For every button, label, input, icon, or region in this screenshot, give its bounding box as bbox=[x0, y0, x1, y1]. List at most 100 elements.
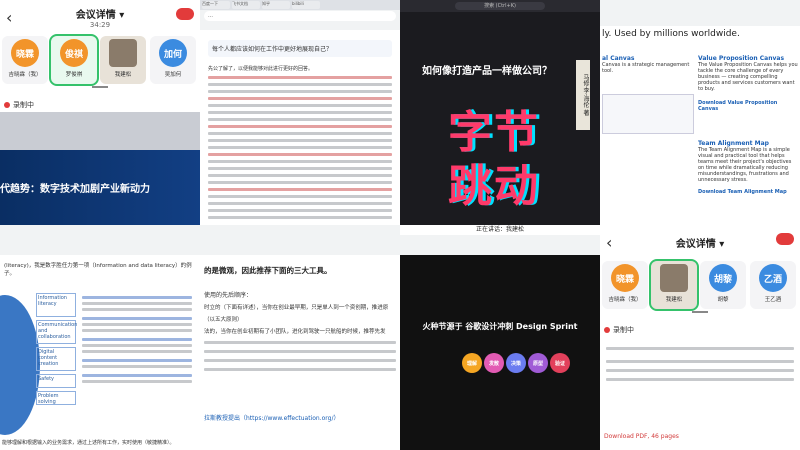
recording-indicator: 录制中 bbox=[4, 100, 34, 110]
collapse-chevron-icon[interactable] bbox=[692, 311, 708, 319]
participant-name: 吉晓霖（我） bbox=[608, 297, 642, 303]
hangup-icon[interactable] bbox=[176, 8, 194, 20]
step-circle: 决策 bbox=[506, 353, 526, 373]
text-line bbox=[208, 90, 392, 93]
meeting-header: 会议详情 ▾ 34:29 bbox=[0, 0, 200, 34]
avatar: 乙酒 bbox=[759, 264, 787, 292]
text-line bbox=[208, 146, 392, 149]
step-circle: 理解 bbox=[462, 353, 482, 373]
browser-chrome bbox=[0, 225, 200, 255]
participant-tile[interactable]: 乙酒 王乙酒 bbox=[750, 261, 796, 309]
text-line bbox=[204, 368, 396, 371]
download-link[interactable]: Download Team Alignment Map bbox=[698, 189, 798, 195]
recording-label: 录制中 bbox=[13, 101, 34, 109]
participant-tile-video[interactable]: 我建松 bbox=[649, 259, 699, 311]
text-line bbox=[208, 160, 392, 163]
meeting-header: 会议详情 ▾ bbox=[600, 225, 800, 259]
text-line bbox=[208, 118, 392, 121]
text-line bbox=[204, 359, 396, 362]
video-avatar bbox=[660, 264, 688, 292]
browser-tab[interactable]: 飞书文档 bbox=[232, 1, 260, 9]
notes-bullet: 时立的（下面有详述），当你在创业最早期，只是单人到一个资创期，推进原 bbox=[204, 305, 389, 311]
meeting-title[interactable]: 会议详情 ▾ bbox=[76, 6, 125, 21]
canvas-website-lower: Download PDF, 46 pages bbox=[600, 337, 800, 450]
step-circle: 发散 bbox=[484, 353, 504, 373]
framework-doc: (literacy)，我是数字胜任力第一项（Information and da… bbox=[0, 225, 200, 450]
viewer-toolbar: 搜索 (Ctrl+K) bbox=[400, 0, 600, 12]
sprint-slide: 正在讲话：我建松 火种节源于 谷歌设计冲刺 Design Sprint 理解 发… bbox=[400, 225, 600, 450]
framework-wheel bbox=[0, 295, 40, 435]
participant-name: 胡黎 bbox=[717, 297, 729, 303]
framework-footer: 能够理解和根据输入的业务需求，通过上述所有工作，实时使用（敏捷精准）。 bbox=[2, 440, 175, 446]
browser-tab[interactable]: bilibili bbox=[292, 1, 320, 9]
text-line bbox=[208, 195, 392, 198]
browser-chrome bbox=[600, 0, 800, 26]
text-line bbox=[208, 139, 392, 142]
card-desc: Canvas is a strategic management tool. bbox=[602, 62, 690, 74]
canvas-card-vpc[interactable]: Value Proposition Canvas The Value Propo… bbox=[698, 55, 798, 112]
video-avatar bbox=[109, 39, 137, 67]
participant-name: 我建松 bbox=[114, 72, 132, 78]
text-line bbox=[208, 111, 392, 114]
hangup-icon[interactable] bbox=[776, 233, 794, 245]
framework-intro: (literacy)，我是数字胜任力第一项（Information and da… bbox=[4, 263, 192, 277]
framework-details bbox=[82, 293, 192, 386]
download-link[interactable]: Download Value Proposition Canvas bbox=[698, 100, 798, 112]
text-line bbox=[208, 188, 392, 191]
participant-tile[interactable]: 加何 吴加何 bbox=[150, 36, 196, 84]
browser-tab[interactable]: 百度一下 bbox=[202, 1, 230, 9]
avatar: 加何 bbox=[159, 39, 187, 67]
text-line bbox=[208, 125, 392, 128]
canvas-website: ly. Used by millions worldwide. al Canva… bbox=[600, 0, 800, 225]
site-tagline: ly. Used by millions worldwide. bbox=[602, 29, 740, 39]
download-pdf-link[interactable]: Download PDF, 46 pages bbox=[604, 433, 679, 440]
meeting-title[interactable]: 会议详情 ▾ bbox=[676, 235, 725, 250]
text-line bbox=[208, 174, 392, 177]
framework-box: Information literacy bbox=[36, 293, 76, 317]
participant-name: 王乙酒 bbox=[764, 297, 782, 303]
document-browser: 百度一下 飞书文档 知乎 bilibili … 每个人都应该如何在工作中更好地展… bbox=[200, 0, 400, 225]
participant-name: 吉晓霖（我） bbox=[8, 72, 42, 78]
text-line bbox=[208, 209, 392, 212]
tab-bar: 百度一下 飞书文档 知乎 bilibili bbox=[200, 0, 400, 10]
framework-box: Problem solving bbox=[36, 391, 76, 405]
card-title[interactable]: Team Alignment Map bbox=[698, 140, 798, 147]
card-title[interactable]: Value Proposition Canvas bbox=[698, 55, 798, 62]
browser-chrome bbox=[200, 225, 400, 255]
step-circle: 原型 bbox=[528, 353, 548, 373]
participant-tile[interactable]: 晓霖 吉晓霖（我） bbox=[602, 261, 648, 309]
canvas-card-left[interactable]: al Canvas Canvas is a strategic manageme… bbox=[602, 55, 694, 134]
intro-text: 先公了解了，以便我能够对此进行更好的回答。 bbox=[208, 66, 314, 72]
browser-tab[interactable]: 知乎 bbox=[262, 1, 290, 9]
banner-title: 代趋势：数字技术加剧产业新动力 bbox=[0, 184, 150, 195]
canvas-card-tam[interactable]: Team Alignment Map The Team Alignment Ma… bbox=[698, 140, 798, 195]
meeting-timer: 34:29 bbox=[89, 20, 111, 29]
participant-tile-video[interactable]: 我建松 bbox=[100, 36, 146, 84]
card-desc: The Team Alignment Map is a simple visua… bbox=[698, 147, 792, 183]
card-title[interactable]: al Canvas bbox=[602, 55, 694, 62]
address-bar[interactable]: … bbox=[204, 11, 396, 21]
text-line bbox=[204, 341, 396, 344]
framework-box: Communication and collaboration bbox=[36, 320, 77, 344]
recording-indicator: 录制中 bbox=[604, 325, 634, 335]
search-input[interactable]: 搜索 (Ctrl+K) bbox=[455, 2, 545, 10]
book-title-line2: 跳动 bbox=[448, 161, 540, 212]
participant-tile[interactable]: 晓霖 吉晓霖（我） bbox=[2, 36, 48, 84]
text-line bbox=[208, 76, 392, 79]
participant-tile-active[interactable]: 俊祺 罗俊祺 bbox=[49, 34, 99, 86]
text-line bbox=[204, 350, 396, 353]
avatar: 晓霖 bbox=[611, 264, 639, 292]
text-line bbox=[208, 167, 392, 170]
sprint-steps: 理解 发散 决策 原型 验证 bbox=[462, 353, 570, 373]
effectuation-link[interactable]: 拉斯教授提出（https://www.effectuation.org/） bbox=[204, 413, 340, 422]
question-box: 每个人都应该如何在工作中更好地展现自己？ bbox=[208, 40, 392, 57]
book-headline: 如何像打造产品一样做公司？ bbox=[422, 66, 552, 77]
notes-bullet: 法的，当你在创业初期有了小团队，进化到驾驶一只航船的时候，推荐先发 bbox=[204, 329, 386, 335]
text-line bbox=[208, 132, 392, 135]
participant-name: 罗俊祺 bbox=[65, 72, 83, 78]
text-line bbox=[208, 83, 392, 86]
collapse-chevron-icon[interactable] bbox=[92, 86, 108, 94]
text-line bbox=[208, 153, 392, 156]
participant-tile[interactable]: 胡黎 胡黎 bbox=[700, 261, 746, 309]
step-circle: 验证 bbox=[550, 353, 570, 373]
